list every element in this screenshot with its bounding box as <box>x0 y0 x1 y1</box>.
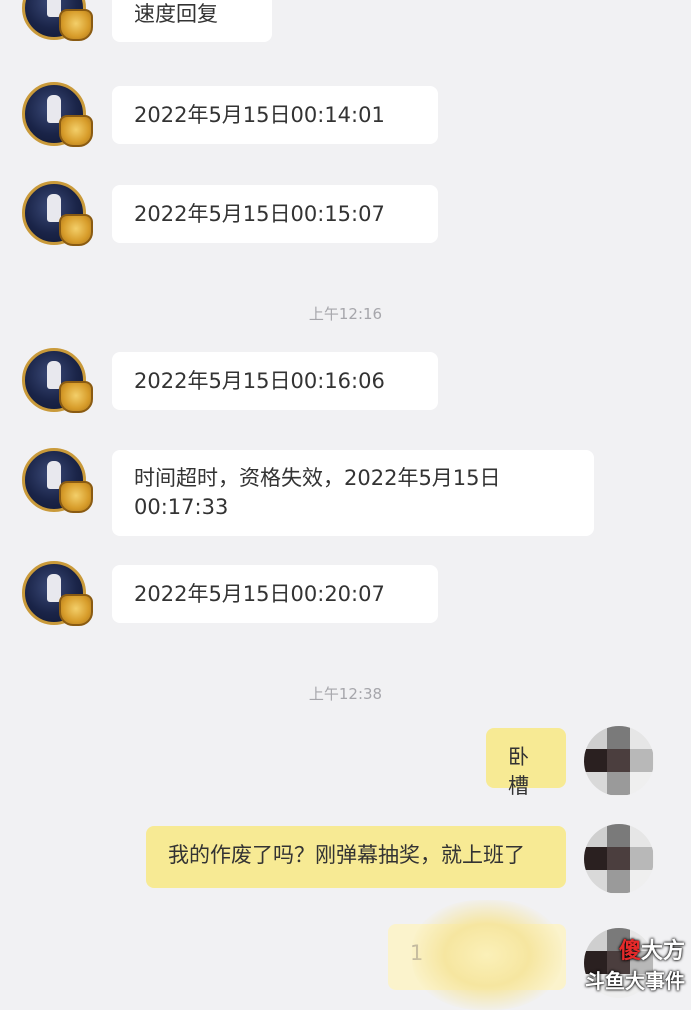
message-bubble: 速度回复 <box>112 0 272 42</box>
user-avatar[interactable] <box>584 726 654 796</box>
contact-avatar[interactable] <box>22 348 93 413</box>
message-bubble: 我的作废了吗？刚弹幕抽奖，就上班了 <box>146 826 566 888</box>
blurred-sticker <box>412 900 562 1010</box>
timestamp: 上午12:16 <box>308 305 383 323</box>
message-bubble: 2022年5月15日00:16:06 <box>112 352 438 410</box>
contact-avatar[interactable] <box>22 561 93 626</box>
user-avatar[interactable] <box>584 824 654 894</box>
contact-avatar[interactable] <box>22 181 93 246</box>
watermark-bottom: 斗鱼大事件 <box>585 969 685 993</box>
watermark: 傻大方 斗鱼大事件 <box>585 933 685 994</box>
message-bubble: 时间超时，资格失效，2022年5月15日 00:17:33 <box>112 450 594 536</box>
message-bubble: 卧槽 <box>486 728 566 798</box>
contact-avatar[interactable] <box>22 448 93 513</box>
contact-avatar[interactable] <box>22 82 93 147</box>
watermark-rest: 大方 <box>640 939 685 964</box>
contact-avatar[interactable] <box>22 0 93 41</box>
watermark-red: 傻 <box>618 939 641 964</box>
message-bubble: 2022年5月15日00:15:07 <box>112 185 438 243</box>
message-bubble: 2022年5月15日00:14:01 <box>112 86 438 144</box>
timestamp: 上午12:38 <box>308 685 383 703</box>
message-bubble: 2022年5月15日00:20:07 <box>112 565 438 623</box>
